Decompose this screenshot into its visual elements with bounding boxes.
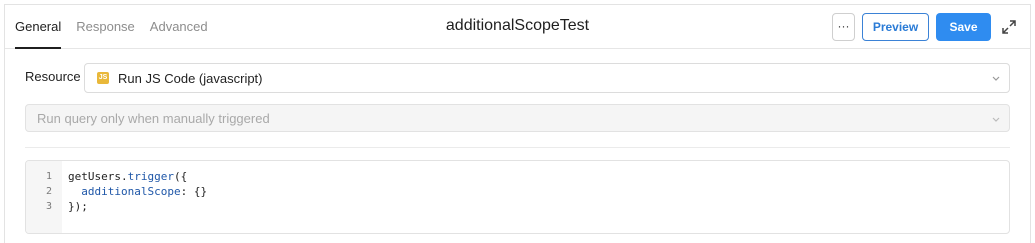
code-line: getUsers.trigger({ xyxy=(68,170,187,183)
code-line: additionalScope: {} xyxy=(68,185,207,198)
tab-general[interactable]: General xyxy=(15,5,62,49)
line-number: 3 xyxy=(45,201,52,212)
line-number: 1 xyxy=(45,171,52,182)
preview-button[interactable]: Preview xyxy=(862,13,929,41)
trigger-mode-select[interactable]: Run query only when manually triggered xyxy=(25,104,1010,132)
trigger-mode-value: Run query only when manually triggered xyxy=(37,111,270,126)
resource-select[interactable]: JS Run JS Code (javascript) xyxy=(84,63,1010,93)
code-token: }); xyxy=(68,200,88,213)
tab-advanced[interactable]: Advanced xyxy=(150,5,208,49)
code-token: trigger xyxy=(127,170,174,183)
code-line: }); xyxy=(68,200,88,213)
section-divider xyxy=(25,147,1010,148)
query-editor-panel: General Response Advanced additionalScop… xyxy=(4,4,1031,243)
line-number: 2 xyxy=(45,186,52,197)
more-options-button[interactable]: ··· xyxy=(832,13,855,41)
resource-label: Resource xyxy=(25,69,81,84)
chevron-down-icon xyxy=(992,76,1000,81)
resource-select-value: Run JS Code (javascript) xyxy=(118,71,263,86)
query-header: General Response Advanced additionalScop… xyxy=(5,5,1030,49)
code-token: additionalScope xyxy=(81,185,181,198)
code-token: ({ xyxy=(173,170,188,183)
tab-response[interactable]: Response xyxy=(76,5,135,49)
chevron-down-icon xyxy=(992,117,1000,122)
tab-bar: General Response Advanced xyxy=(15,5,223,49)
code-token: : {} xyxy=(180,185,208,198)
code-token: getUsers. xyxy=(68,170,128,183)
save-button[interactable]: Save xyxy=(936,13,991,41)
expand-icon[interactable] xyxy=(1001,19,1017,35)
line-number-gutter: 1 2 3 xyxy=(26,161,62,233)
javascript-icon: JS xyxy=(97,72,109,84)
code-editor[interactable]: 1 2 3 getUsers.trigger({ additionalScope… xyxy=(25,160,1010,234)
